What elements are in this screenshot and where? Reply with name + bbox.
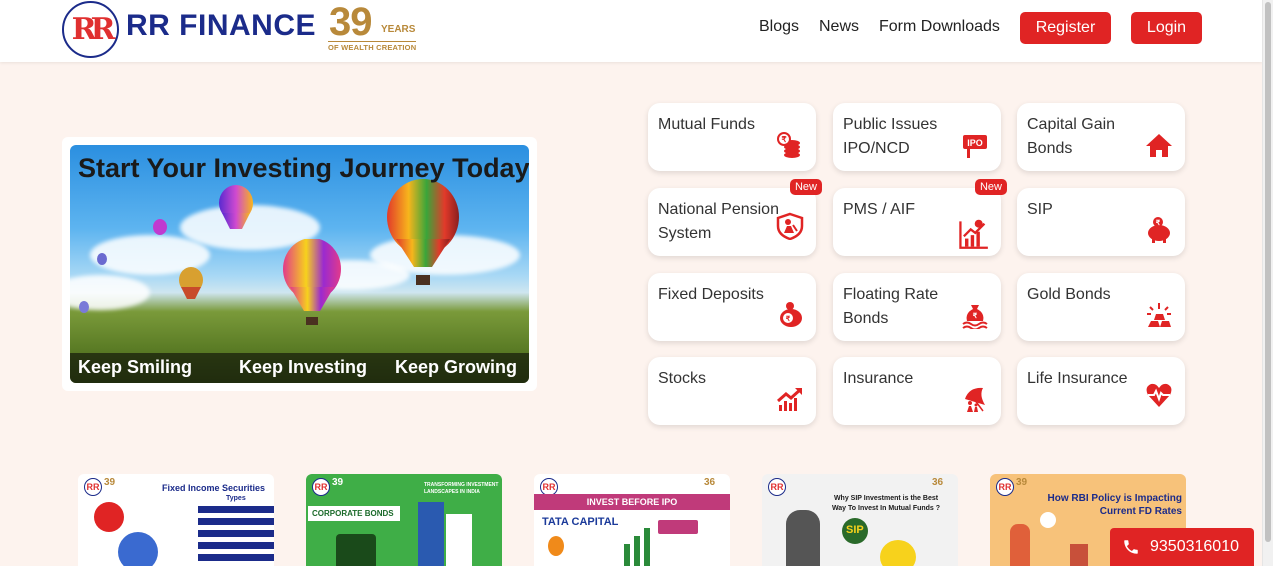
heart-pulse-icon <box>1146 383 1172 407</box>
balloon-far-left-icon <box>79 301 89 313</box>
product-card-insurance[interactable]: Insurance <box>833 357 1001 425</box>
blog-logo-number: 36 <box>932 477 944 488</box>
product-card-national-pension-system[interactable]: National Pension System New <box>648 179 822 256</box>
product-label: Insurance <box>843 370 914 387</box>
blog-title: CORPORATE BONDS <box>308 506 400 521</box>
phone-icon <box>1124 540 1138 554</box>
product-label: PMS / AIF <box>843 201 916 218</box>
product-card-sip[interactable]: SIP ₹ <box>1017 188 1185 256</box>
balloon-small-icon <box>219 185 253 229</box>
new-badge: New <box>974 179 1007 195</box>
brand-logo[interactable]: RR <box>62 1 119 58</box>
brand-logo-letters: RR <box>71 12 116 47</box>
register-button[interactable]: Register <box>1020 12 1111 44</box>
blog-card-fixed-income[interactable]: RR 39 Fixed Income Securities Types <box>78 474 274 566</box>
nav-form-downloads-link[interactable]: Form Downloads <box>879 18 1000 36</box>
product-card-public-issues[interactable]: Public Issues IPO/NCD IPO <box>833 103 1001 171</box>
product-card-life-insurance[interactable]: Life Insurance <box>1017 357 1185 425</box>
nav-blogs-link[interactable]: Blogs <box>759 18 799 36</box>
product-label: Life Insurance <box>1027 370 1128 387</box>
product-card-floating-rate-bonds[interactable]: Floating Rate Bonds ₹ <box>833 273 1001 341</box>
blog-title: Fixed Income Securities <box>162 483 266 493</box>
page-scrollbar[interactable] <box>1262 0 1273 566</box>
balloon-medium-icon <box>283 239 341 325</box>
product-label: Stocks <box>658 370 707 387</box>
years-subtitle: OF WEALTH CREATION <box>328 41 417 52</box>
svg-text:IPO: IPO <box>967 138 983 148</box>
blog-logo-number: 39 <box>1016 477 1028 488</box>
gold-bars-icon <box>1147 303 1171 327</box>
product-label: Floating Rate Bonds <box>843 286 939 327</box>
new-badge: New <box>789 179 822 195</box>
blog-logo-number: 39 <box>332 477 344 488</box>
blog-title: How RBI Policy is Impacting Current FD R… <box>1047 493 1182 517</box>
blog-logo: RR <box>312 478 330 496</box>
nav-news-link[interactable]: News <box>819 18 859 36</box>
coins-stack-icon: ₹ <box>777 132 800 158</box>
hero-tag-smiling: Keep Smiling <box>78 357 193 377</box>
product-card-stocks[interactable]: Stocks <box>648 357 816 425</box>
product-label: Gold Bonds <box>1027 286 1111 303</box>
product-card-gold-bonds[interactable]: Gold Bonds <box>1017 273 1185 341</box>
product-card-fixed-deposits[interactable]: Fixed Deposits ₹ <box>648 273 816 341</box>
growth-chart-icon <box>959 219 988 249</box>
svg-text:₹: ₹ <box>786 315 791 323</box>
product-card-mutual-funds[interactable]: Mutual Funds ₹ <box>648 103 816 171</box>
blog-logo: RR <box>996 478 1014 496</box>
balloon-large-icon <box>387 179 459 285</box>
svg-text:₹: ₹ <box>781 135 786 144</box>
blog-subtitle: TATA CAPITAL <box>542 516 619 528</box>
balloon-far-icon <box>153 219 167 235</box>
hero-banner[interactable]: Start Your Investing Journey Today Keep … <box>70 145 529 383</box>
brand-name[interactable]: RR FINANCE <box>126 9 316 43</box>
house-icon <box>1146 134 1172 157</box>
svg-text:₹: ₹ <box>1156 219 1161 227</box>
blog-title: Why SIP Investment is the Best Way To In… <box>831 495 941 512</box>
call-button[interactable]: 9350316010 <box>1110 528 1254 566</box>
hero-tag-growing: Keep Growing <box>395 357 518 377</box>
blog-logo-number: 39 <box>104 477 116 488</box>
site-header: RR RR FINANCE 39 YEARS OF WEALTH CREATIO… <box>0 0 1262 62</box>
product-card-capital-gain-bonds[interactable]: Capital Gain Bonds <box>1017 103 1185 171</box>
blog-logo: RR <box>84 478 102 496</box>
money-bag-water-icon: ₹ <box>962 305 988 329</box>
shield-person-icon <box>776 212 804 240</box>
balloon-distant-icon <box>97 253 107 265</box>
deposit-piggy-icon: ₹ <box>780 302 802 327</box>
product-label: National Pension System <box>658 201 779 242</box>
years-number: 39 <box>329 0 372 44</box>
login-button[interactable]: Login <box>1131 12 1202 44</box>
years-word: YEARS <box>381 24 416 35</box>
product-label: Mutual Funds <box>658 116 755 133</box>
blog-card-why-sip[interactable]: RR 36 Why SIP Investment is the Best Way… <box>762 474 958 566</box>
blog-subtitle: TRANSFORMING INVESTMENT LANDSCAPES IN IN… <box>424 482 499 495</box>
phone-number: 9350316010 <box>1150 538 1239 555</box>
blog-card-invest-before-ipo[interactable]: RR 36 INVEST BEFORE IPO TATA CAPITAL <box>534 474 730 566</box>
product-label: Fixed Deposits <box>658 286 764 303</box>
blog-subtitle: SIP <box>846 524 864 536</box>
blog-card-corporate-bonds[interactable]: RR 39 CORPORATE BONDS TRANSFORMING INVES… <box>306 474 502 566</box>
blog-title: INVEST BEFORE IPO <box>534 494 730 510</box>
product-label: Public Issues IPO/NCD <box>843 116 938 157</box>
blog-logo-number: 36 <box>704 477 716 488</box>
balloon-tiny-icon <box>179 267 203 299</box>
hero-title: Start Your Investing Journey Today <box>78 153 529 183</box>
ipo-sign-icon: IPO <box>963 135 987 158</box>
product-label: Capital Gain Bonds <box>1027 116 1116 157</box>
piggy-bank-icon: ₹ <box>1148 217 1170 243</box>
product-card-pms-aif[interactable]: PMS / AIF New <box>833 179 1007 256</box>
stock-up-arrow-icon <box>777 387 803 411</box>
umbrella-family-icon <box>965 387 985 412</box>
product-label: SIP <box>1027 201 1053 218</box>
hero-tag-investing: Keep Investing <box>239 357 368 377</box>
svg-text:₹: ₹ <box>973 312 978 320</box>
scrollbar-thumb[interactable] <box>1265 2 1271 542</box>
blog-logo: RR <box>768 478 786 496</box>
blog-subtitle: Types <box>226 495 246 502</box>
